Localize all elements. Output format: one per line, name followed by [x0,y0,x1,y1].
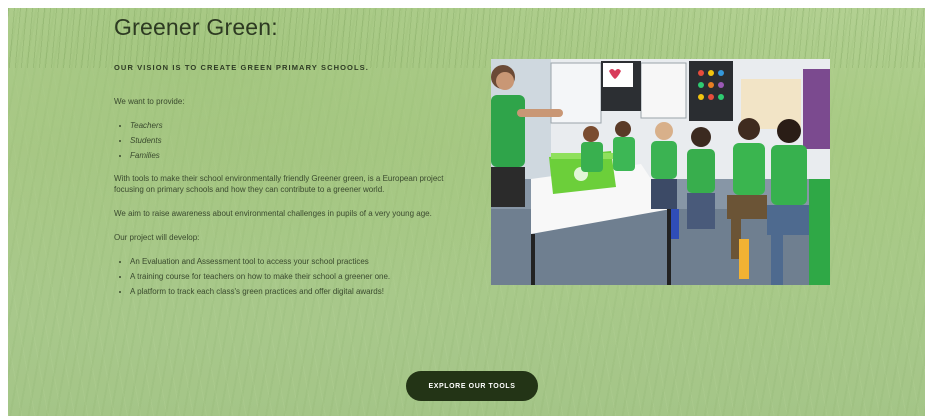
provide-intro: We want to provide: [114,97,185,106]
list-item: Families [130,150,464,161]
list-item: A training course for teachers on how to… [130,271,464,282]
explore-tools-button[interactable]: EXPLORE OUR TOOLS [406,371,538,401]
classroom-photo [491,59,830,285]
provide-list: Teachers Students Families [114,120,464,161]
list-item: An Evaluation and Assessment tool to acc… [130,256,464,267]
paragraph-project: With tools to make their school environm… [114,174,444,194]
classroom-illustration [491,59,830,285]
list-item: A platform to track each class's green p… [130,286,464,297]
list-item: Teachers [130,120,464,131]
develop-list: An Evaluation and Assessment tool to acc… [114,256,464,297]
paragraph-awareness: We aim to raise awareness about environm… [114,209,432,218]
list-item: Students [130,135,464,146]
hero-section: Greener Green: OUR VISION IS TO CREATE G… [8,8,925,416]
page-title: Greener Green: [114,14,278,40]
develop-intro: Our project will develop: [114,233,200,242]
description-block: We want to provide: Teachers Students Fa… [114,96,464,309]
vision-statement: OUR VISION IS TO CREATE GREEN PRIMARY SC… [114,63,369,72]
